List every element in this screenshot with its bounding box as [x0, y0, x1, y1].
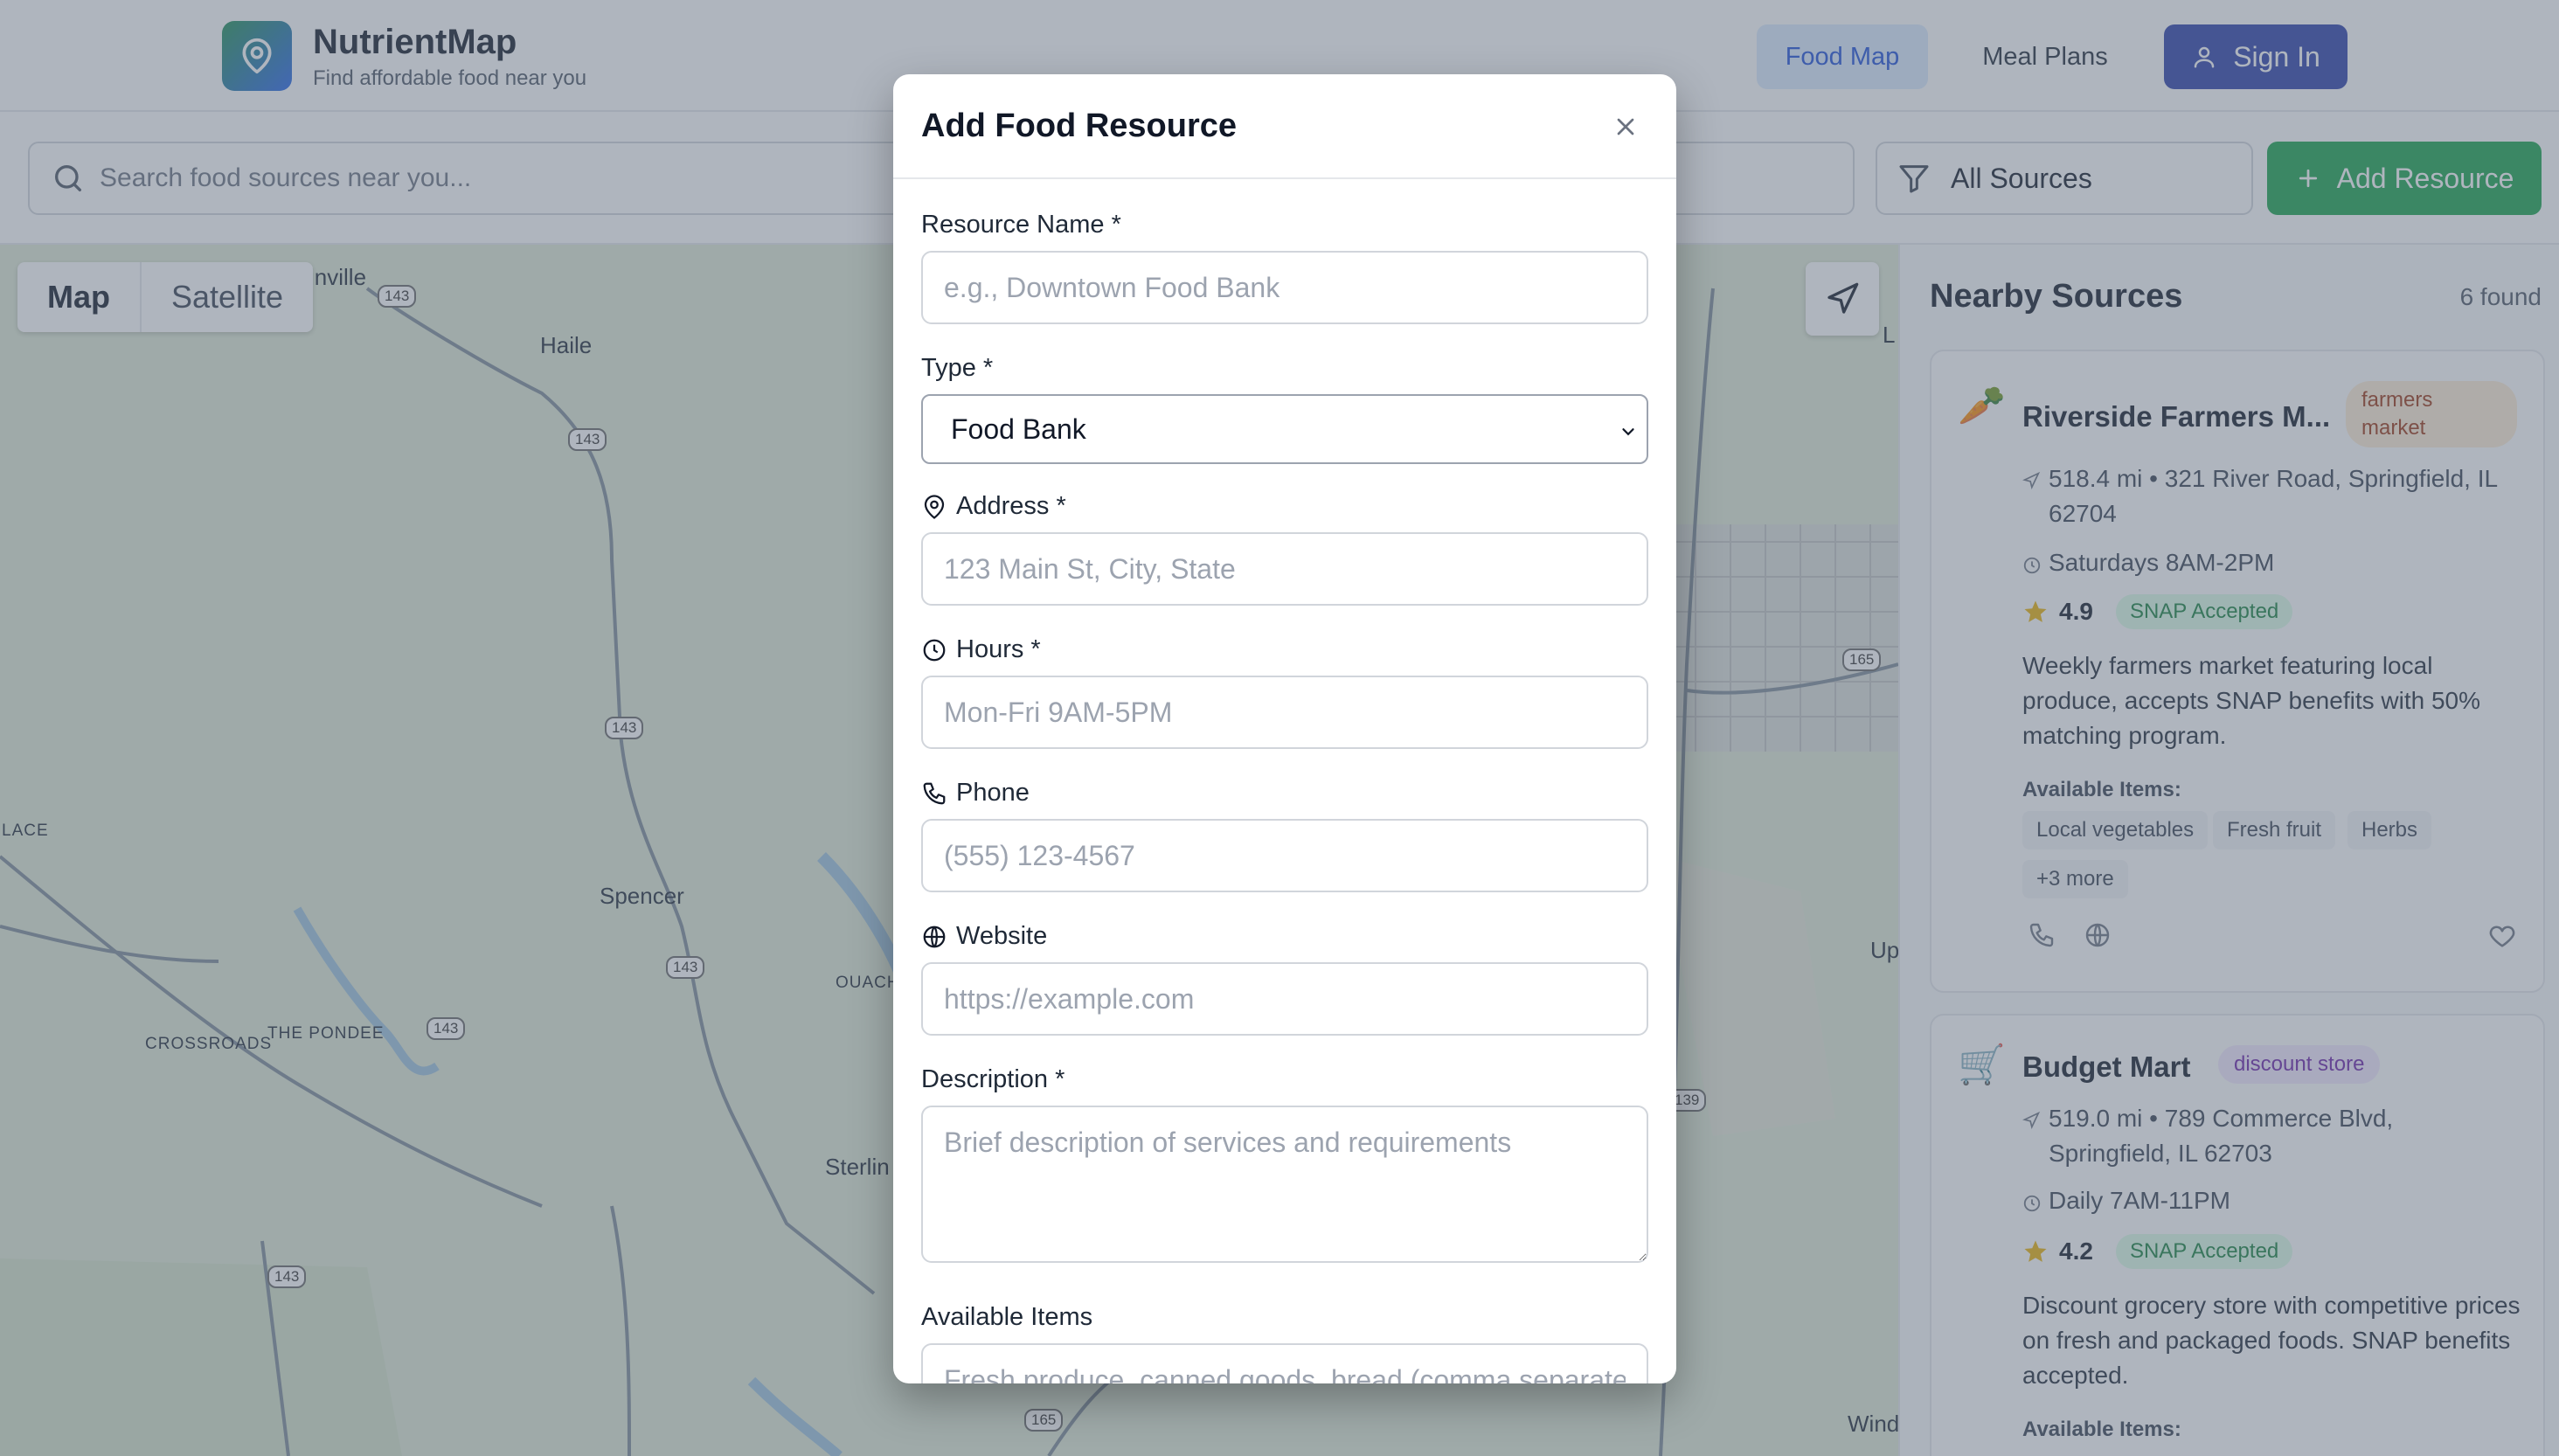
- dialog-title: Add Food Resource: [921, 107, 1238, 144]
- website-label-text: Website: [956, 922, 1048, 950]
- add-food-resource-dialog: Add Food Resource Resource Name * Type *…: [893, 74, 1676, 1383]
- available-items-label-text: Available Items: [921, 1303, 1093, 1331]
- dialog-header: Add Food Resource: [893, 74, 1676, 179]
- phone-icon: [923, 782, 946, 804]
- type-label-text: Type *: [921, 354, 994, 382]
- close-button[interactable]: [1606, 107, 1645, 146]
- resource-name-input[interactable]: [921, 251, 1648, 324]
- type-selected-value: Food Bank: [951, 413, 1086, 445]
- resource-name-label-text: Resource Name *: [921, 211, 1121, 239]
- hours-label: Hours *: [921, 635, 1041, 664]
- type-select[interactable]: Food Bank: [921, 394, 1648, 464]
- description-label-text: Description *: [921, 1065, 1065, 1093]
- website-input[interactable]: [921, 962, 1648, 1036]
- resource-name-label: Resource Name *: [921, 211, 1121, 239]
- available-items-field-label: Available Items: [921, 1303, 1092, 1332]
- chevron-down-icon: [1622, 428, 1634, 436]
- map-pin-icon: [924, 494, 945, 519]
- address-label: Address *: [921, 492, 1066, 521]
- globe-icon: [923, 926, 946, 947]
- description-textarea[interactable]: [921, 1106, 1648, 1263]
- phone-label: Phone: [921, 779, 1030, 808]
- phone-label-text: Phone: [956, 779, 1030, 807]
- description-label: Description *: [921, 1065, 1065, 1094]
- website-label: Website: [921, 922, 1047, 951]
- address-label-text: Address *: [956, 492, 1066, 520]
- hours-label-text: Hours *: [956, 635, 1041, 663]
- clock-icon: [923, 639, 946, 661]
- phone-input[interactable]: [921, 819, 1648, 892]
- address-input[interactable]: [921, 532, 1648, 606]
- type-label: Type *: [921, 354, 993, 383]
- hours-input[interactable]: [921, 676, 1648, 749]
- available-items-input[interactable]: [921, 1343, 1648, 1383]
- close-icon: [1617, 118, 1634, 135]
